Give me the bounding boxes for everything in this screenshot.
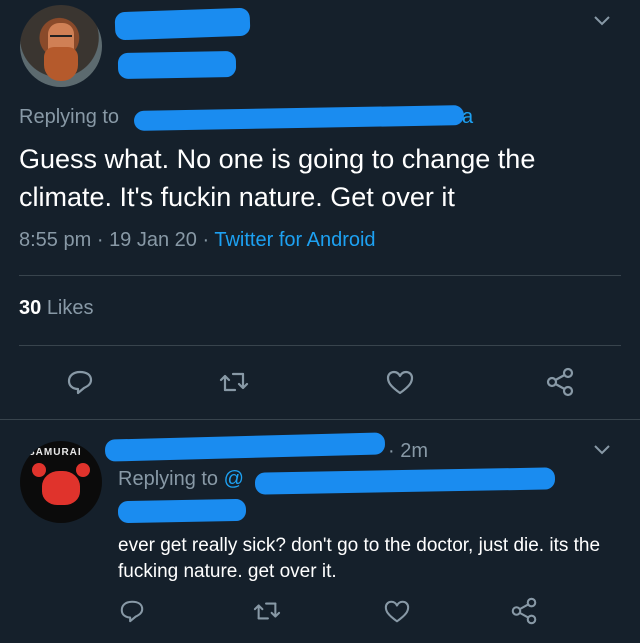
reply-target-suffix[interactable]: a	[462, 106, 473, 129]
divider	[19, 345, 621, 346]
replying-to-line: Replying to	[19, 106, 119, 129]
meta-separator: ·	[202, 229, 210, 251]
redacted-reply-targets-line2	[117, 498, 247, 524]
reply-author-avatar[interactable]: SAMURAI	[20, 441, 102, 523]
tweet-source[interactable]: Twitter for Android	[214, 229, 375, 251]
redacted-reply-author	[104, 432, 386, 462]
retweet-icon[interactable]	[218, 368, 250, 396]
tweet-meta: 8:55 pm · 19 Jan 20 · Twitter for Androi…	[19, 229, 376, 252]
tweet-date: 19 Jan 20	[109, 229, 197, 251]
retweet-icon[interactable]	[252, 598, 282, 624]
redacted-handle	[117, 50, 237, 80]
reply-icon[interactable]	[119, 598, 145, 624]
divider	[19, 275, 621, 276]
share-icon[interactable]	[509, 596, 539, 626]
reply-replying-to-line: Replying to @	[118, 468, 244, 491]
author-avatar[interactable]	[20, 5, 102, 87]
divider	[0, 419, 640, 420]
redacted-display-name	[114, 7, 251, 41]
tweet-text: Guess what. No one is going to change th…	[19, 144, 536, 212]
replying-to-label: Replying to	[19, 106, 120, 128]
replying-to-label: Replying to	[118, 468, 219, 490]
avatar-beard	[44, 47, 78, 81]
meta-separator: ·	[96, 229, 104, 251]
reply-text: ever get really sick? don't go to the do…	[118, 535, 601, 582]
reply-time: · 2m	[388, 440, 428, 462]
likes-label: Likes	[46, 297, 94, 319]
tweet-time: 8:55 pm	[19, 229, 92, 251]
avatar-brand-text: SAMURAI	[28, 447, 82, 458]
heart-icon[interactable]	[385, 369, 415, 397]
redacted-reply-targets	[254, 467, 556, 495]
avatar-logo	[32, 463, 90, 505]
likes-number: 30	[19, 297, 42, 319]
share-icon[interactable]	[544, 366, 576, 398]
reply-icon[interactable]	[66, 368, 94, 396]
avatar-glasses	[50, 35, 72, 42]
likes-count[interactable]: 30 Likes	[19, 297, 94, 320]
chevron-down-icon[interactable]	[592, 443, 612, 457]
heart-icon[interactable]	[383, 599, 411, 625]
redacted-reply-target	[133, 105, 465, 131]
chevron-down-icon[interactable]	[592, 14, 612, 28]
reply-target-at[interactable]: @	[224, 468, 244, 490]
